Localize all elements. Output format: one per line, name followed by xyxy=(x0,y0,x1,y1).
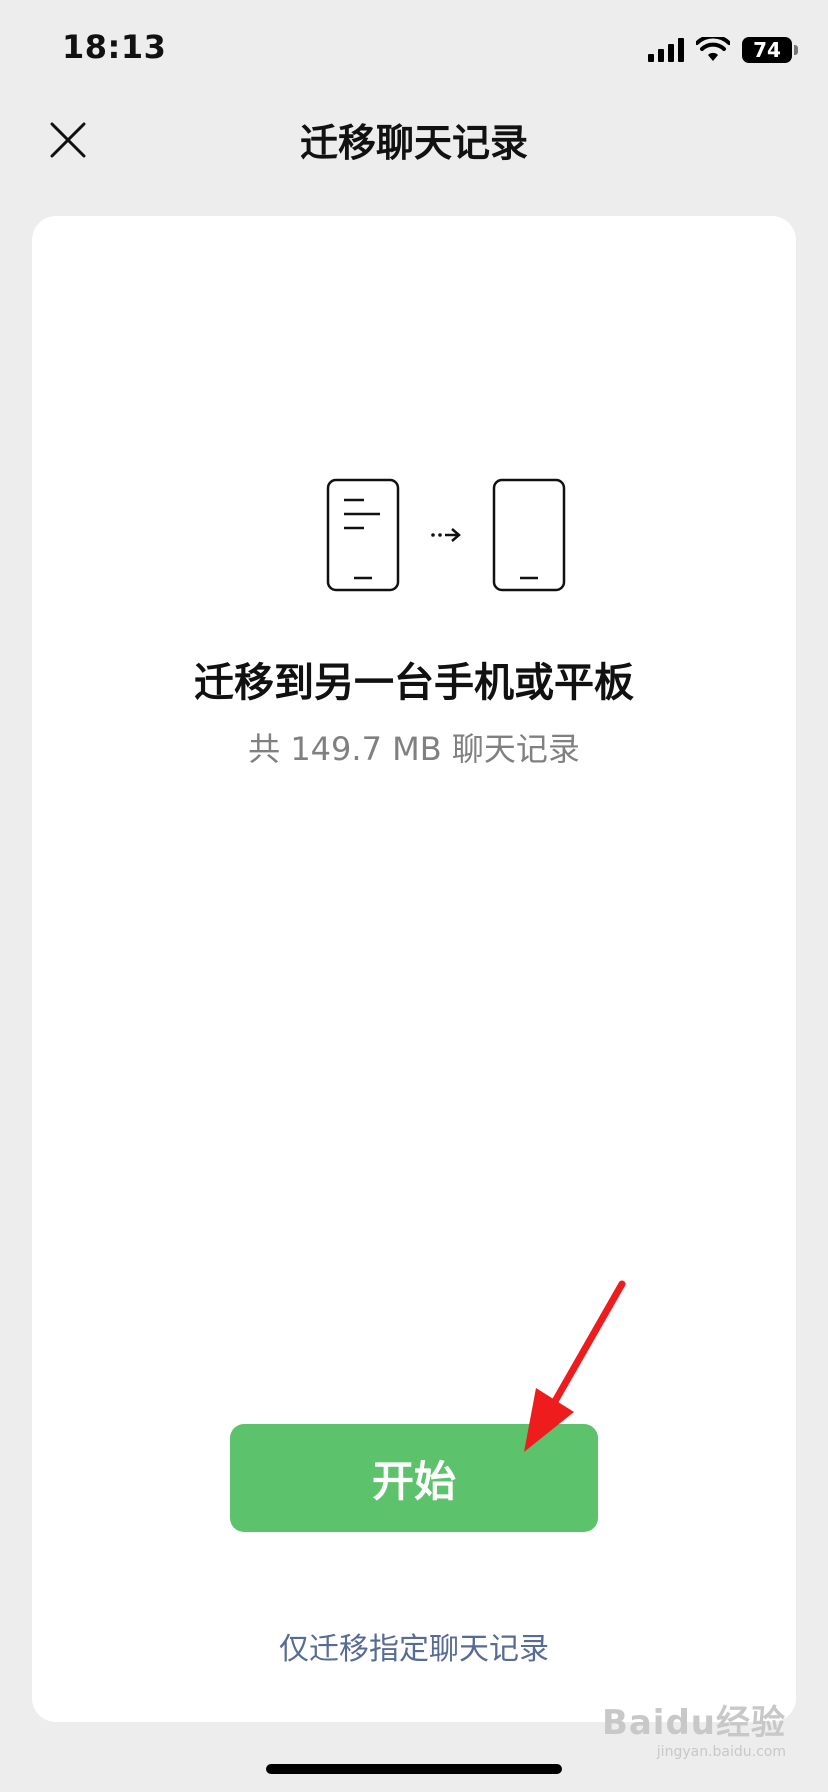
start-button[interactable]: 开始 xyxy=(230,1424,598,1532)
migration-size-text: 共 149.7 MB 聊天记录 xyxy=(248,730,580,768)
wifi-icon xyxy=(696,37,730,61)
selective-migration-link[interactable]: 仅迁移指定聊天记录 xyxy=(32,1624,796,1668)
migration-heading: 迁移到另一台手机或平板 xyxy=(194,660,634,706)
home-indicator[interactable] xyxy=(266,1764,562,1774)
watermark-url: jingyan.baidu.com xyxy=(656,1744,786,1760)
status-time: 18:13 xyxy=(62,28,167,66)
nav-bar: 迁移聊天记录 xyxy=(0,100,828,180)
status-icons: 74 xyxy=(648,32,798,68)
transfer-arrow-icon xyxy=(431,528,461,542)
signal-icon xyxy=(648,38,684,62)
migration-card: 迁移到另一台手机或平板 共 149.7 MB 聊天记录 开始 仅迁移指定聊天记录 xyxy=(32,216,796,1722)
source-phone-icon xyxy=(326,478,400,592)
page-title: 迁移聊天记录 xyxy=(299,121,528,165)
watermark: Baidu经验 jingyan.baidu.com xyxy=(602,1695,786,1760)
migration-illustration xyxy=(326,478,566,592)
status-bar: 18:13 74 xyxy=(0,0,828,100)
watermark-brand: Baidu经验 xyxy=(601,1703,786,1743)
target-phone-icon xyxy=(492,478,566,592)
battery-icon: 74 xyxy=(742,37,798,63)
battery-level: 74 xyxy=(753,38,781,62)
